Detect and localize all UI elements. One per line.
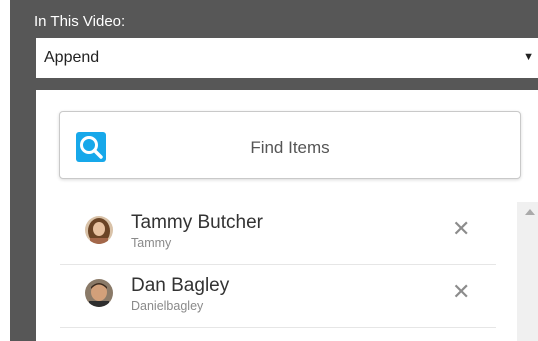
item-list: Tammy Butcher Tammy ✕ Dan Bagley Danielb… bbox=[36, 202, 516, 341]
caret-down-icon: ▼ bbox=[523, 51, 534, 63]
item-username: Tammy bbox=[131, 236, 172, 250]
close-icon[interactable]: ✕ bbox=[452, 216, 470, 242]
mode-select-value: Append bbox=[44, 49, 100, 66]
close-icon[interactable]: ✕ bbox=[452, 279, 470, 305]
video-tags-panel: In This Video: Append ▼ Find Items Tammy… bbox=[10, 0, 538, 341]
arrow-up-icon[interactable] bbox=[525, 209, 535, 215]
item-name: Tammy Butcher bbox=[131, 212, 263, 233]
item-username: Danielbagley bbox=[131, 299, 204, 313]
avatar bbox=[85, 279, 113, 307]
items-panel: Find Items Tammy Butcher Tammy ✕ Dan Bag… bbox=[36, 90, 538, 341]
list-item: Dan Bagley Danielbagley ✕ bbox=[60, 265, 496, 328]
find-items-label: Find Items bbox=[250, 138, 330, 157]
mode-select[interactable]: Append ▼ bbox=[36, 38, 538, 78]
scrollbar[interactable] bbox=[517, 202, 538, 341]
find-items-button[interactable]: Find Items bbox=[59, 111, 521, 179]
item-name: Dan Bagley bbox=[131, 275, 230, 296]
section-heading: In This Video: bbox=[34, 13, 126, 30]
list-item: Tammy Butcher Tammy ✕ bbox=[60, 202, 496, 265]
avatar bbox=[85, 216, 113, 244]
